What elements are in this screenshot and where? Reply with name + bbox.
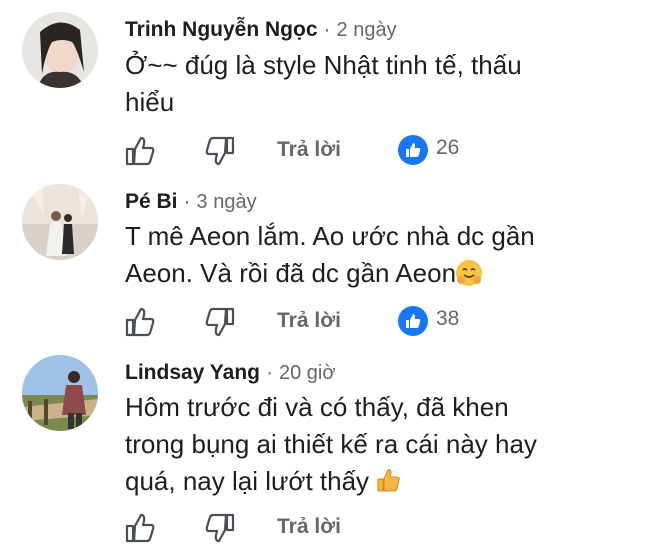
comment-text-line: trong bụng ai thiết kế ra cái này hay: [125, 429, 537, 459]
thumbs-up-icon[interactable]: [123, 511, 157, 545]
comment-text-line: hiểu: [125, 87, 175, 117]
separator-dot: ·: [323, 18, 331, 41]
separator-dot: ·: [183, 190, 191, 213]
thumbs-up-icon[interactable]: [123, 305, 157, 339]
author-name[interactable]: Lindsay Yang: [125, 361, 260, 384]
comment-item: Trinh Nguyễn Ngọc · 2 ngày Ở~~ đúg là styl…: [0, 0, 660, 170]
author-name[interactable]: Trinh Nguyễn Ngọc: [125, 18, 318, 41]
comment-text: T mê Aeon lắm. Ao ước nhà dc gần Aeon. V…: [125, 218, 625, 292]
comment-item: Lindsay Yang · 20 giờ Hôm trước đi và có t…: [0, 345, 660, 557]
comment-text: Hôm trước đi và có thấy, đã khen trong b…: [125, 389, 625, 500]
thumbs-down-icon[interactable]: [203, 511, 237, 545]
comment-text-line: T mê Aeon lắm. Ao ước nhà dc gần: [125, 221, 535, 251]
reaction-count[interactable]: 26: [398, 134, 498, 168]
comment-actions: Trả lời 26: [123, 134, 543, 170]
thumbs-up-emoji-icon: [375, 466, 401, 492]
separator-dot: ·: [266, 361, 273, 384]
author-name[interactable]: Pé Bi: [125, 190, 178, 213]
avatar[interactable]: [22, 355, 98, 431]
reply-button[interactable]: Trả lời: [277, 138, 341, 162]
avatar[interactable]: [22, 12, 98, 88]
like-reaction-icon: [398, 306, 428, 336]
comment-meta: Lindsay Yang · 20 giờ: [125, 361, 335, 385]
hugging-face-emoji-icon: [456, 260, 483, 286]
comment-time[interactable]: 3 ngày: [197, 191, 257, 213]
reply-button[interactable]: Trả lời: [277, 309, 341, 333]
comment-actions: Trả lời: [123, 511, 543, 547]
thumbs-down-icon[interactable]: [203, 305, 237, 339]
comment-item: Pé Bi · 3 ngày T mê Aeon lắm. Ao ước nhà d…: [0, 170, 660, 345]
comment-text-line: Ở~~ đúg là style Nhật tinh tế, thấu: [125, 50, 522, 80]
avatar[interactable]: [22, 184, 98, 260]
comment-time[interactable]: 2 ngày: [337, 19, 397, 41]
comment-text-line: quá, nay lại lướt thấy: [125, 466, 370, 496]
comment-text-line-with-emoji: quá, nay lại lướt thấy: [125, 463, 625, 500]
comment-time[interactable]: 20 giờ: [279, 362, 335, 384]
like-reaction-icon: [398, 135, 428, 165]
comment-meta: Pé Bi · 3 ngày: [125, 190, 257, 214]
comment-meta: Trinh Nguyễn Ngọc · 2 ngày: [125, 18, 397, 42]
thumbs-down-icon[interactable]: [203, 134, 237, 168]
comment-text-line-with-emoji: Aeon. Và rồi đã dc gần Aeon: [125, 255, 625, 292]
thumbs-up-icon[interactable]: [123, 134, 157, 168]
comment-actions: Trả lời 38: [123, 305, 543, 341]
reaction-count[interactable]: 38: [398, 305, 498, 339]
reply-button[interactable]: Trả lời: [277, 515, 341, 539]
comment-text: Ở~~ đúg là style Nhật tinh tế, thấu hiểu: [125, 47, 625, 121]
like-count-number: 38: [436, 307, 460, 330]
comment-text-line: Aeon. Và rồi đã dc gần Aeon: [125, 258, 457, 288]
comment-text-line: Hôm trước đi và có thấy, đã khen: [125, 392, 509, 422]
like-count-number: 26: [436, 136, 460, 159]
